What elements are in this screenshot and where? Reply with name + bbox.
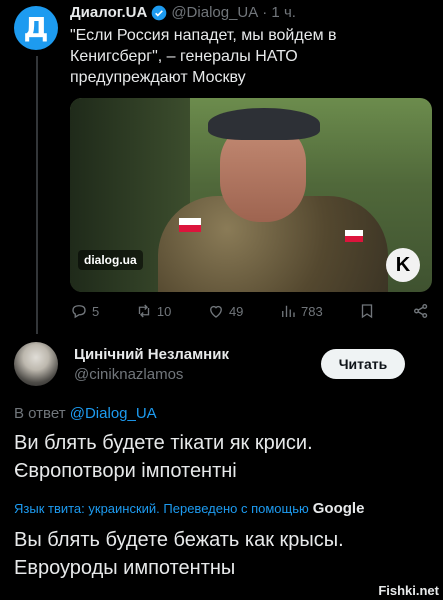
- author-name[interactable]: Диалог.UA: [70, 4, 147, 21]
- share-icon: [414, 304, 428, 318]
- photo-watermark: dialog.ua: [78, 250, 143, 270]
- reply-count: 5: [92, 303, 100, 319]
- tweet-actions: 5 10 49 783: [70, 302, 430, 320]
- view-count: 783: [301, 303, 323, 319]
- author-handle[interactable]: @Dialog_UA: [171, 4, 258, 21]
- google-logo: Google: [312, 500, 365, 517]
- share-button[interactable]: [412, 302, 430, 320]
- retweet-count: 10: [156, 303, 172, 319]
- polish-flag-patch-right: [345, 230, 363, 242]
- dialog-ua-avatar[interactable]: Д: [14, 6, 58, 50]
- retweet-button[interactable]: 10: [135, 302, 171, 320]
- translated-text: Вы блять будете бежать как крысы. Евроур…: [14, 529, 344, 579]
- site-watermark: Fishki.net: [378, 583, 439, 598]
- follow-button[interactable]: Читать: [321, 349, 405, 379]
- bookmark-icon: [362, 304, 373, 319]
- reply-prefix: В ответ: [14, 405, 66, 422]
- reply-author-handle[interactable]: @ciniknazlamos: [74, 366, 183, 383]
- like-button[interactable]: 49: [207, 302, 243, 320]
- views-icon: [282, 305, 295, 317]
- views-button[interactable]: 783: [279, 302, 323, 320]
- tweet-photo[interactable]: K dialog.ua: [70, 98, 432, 292]
- reply-button[interactable]: 5: [70, 302, 99, 320]
- reply-context: В ответ @Dialog_UA: [14, 405, 157, 422]
- translation-notice[interactable]: Язык твита: украинский. Переведено с пом…: [14, 500, 364, 517]
- verified-badge-icon: [151, 5, 167, 20]
- tweet-text: "Если Россия нападет, мы войдем в Кенигс…: [70, 27, 337, 86]
- tweet-time[interactable]: · 1 ч.: [262, 4, 296, 21]
- polish-flag-patch: [179, 218, 201, 232]
- photo-beret: [208, 108, 320, 140]
- reply-icon: [72, 305, 86, 319]
- photo-k-badge: K: [386, 248, 420, 282]
- reply-author-name[interactable]: Цинічний Незламник: [74, 346, 229, 363]
- original-tweet[interactable]: Диалог.UA @Dialog_UA · 1 ч. "Если Россия…: [70, 4, 435, 320]
- retweet-icon: [138, 304, 150, 318]
- user-avatar[interactable]: [14, 342, 58, 386]
- heart-icon: [210, 305, 222, 318]
- like-count: 49: [228, 303, 244, 319]
- reply-mention-link[interactable]: @Dialog_UA: [70, 405, 157, 422]
- bookmark-button[interactable]: [358, 302, 376, 320]
- thread-line: [36, 56, 38, 334]
- tweet-header: Диалог.UA @Dialog_UA · 1 ч.: [70, 4, 435, 21]
- translation-label: Язык твита: украинский. Переведено с пом…: [14, 501, 309, 516]
- reply-text: Ви блять будете тікати як криси. Європот…: [14, 432, 313, 482]
